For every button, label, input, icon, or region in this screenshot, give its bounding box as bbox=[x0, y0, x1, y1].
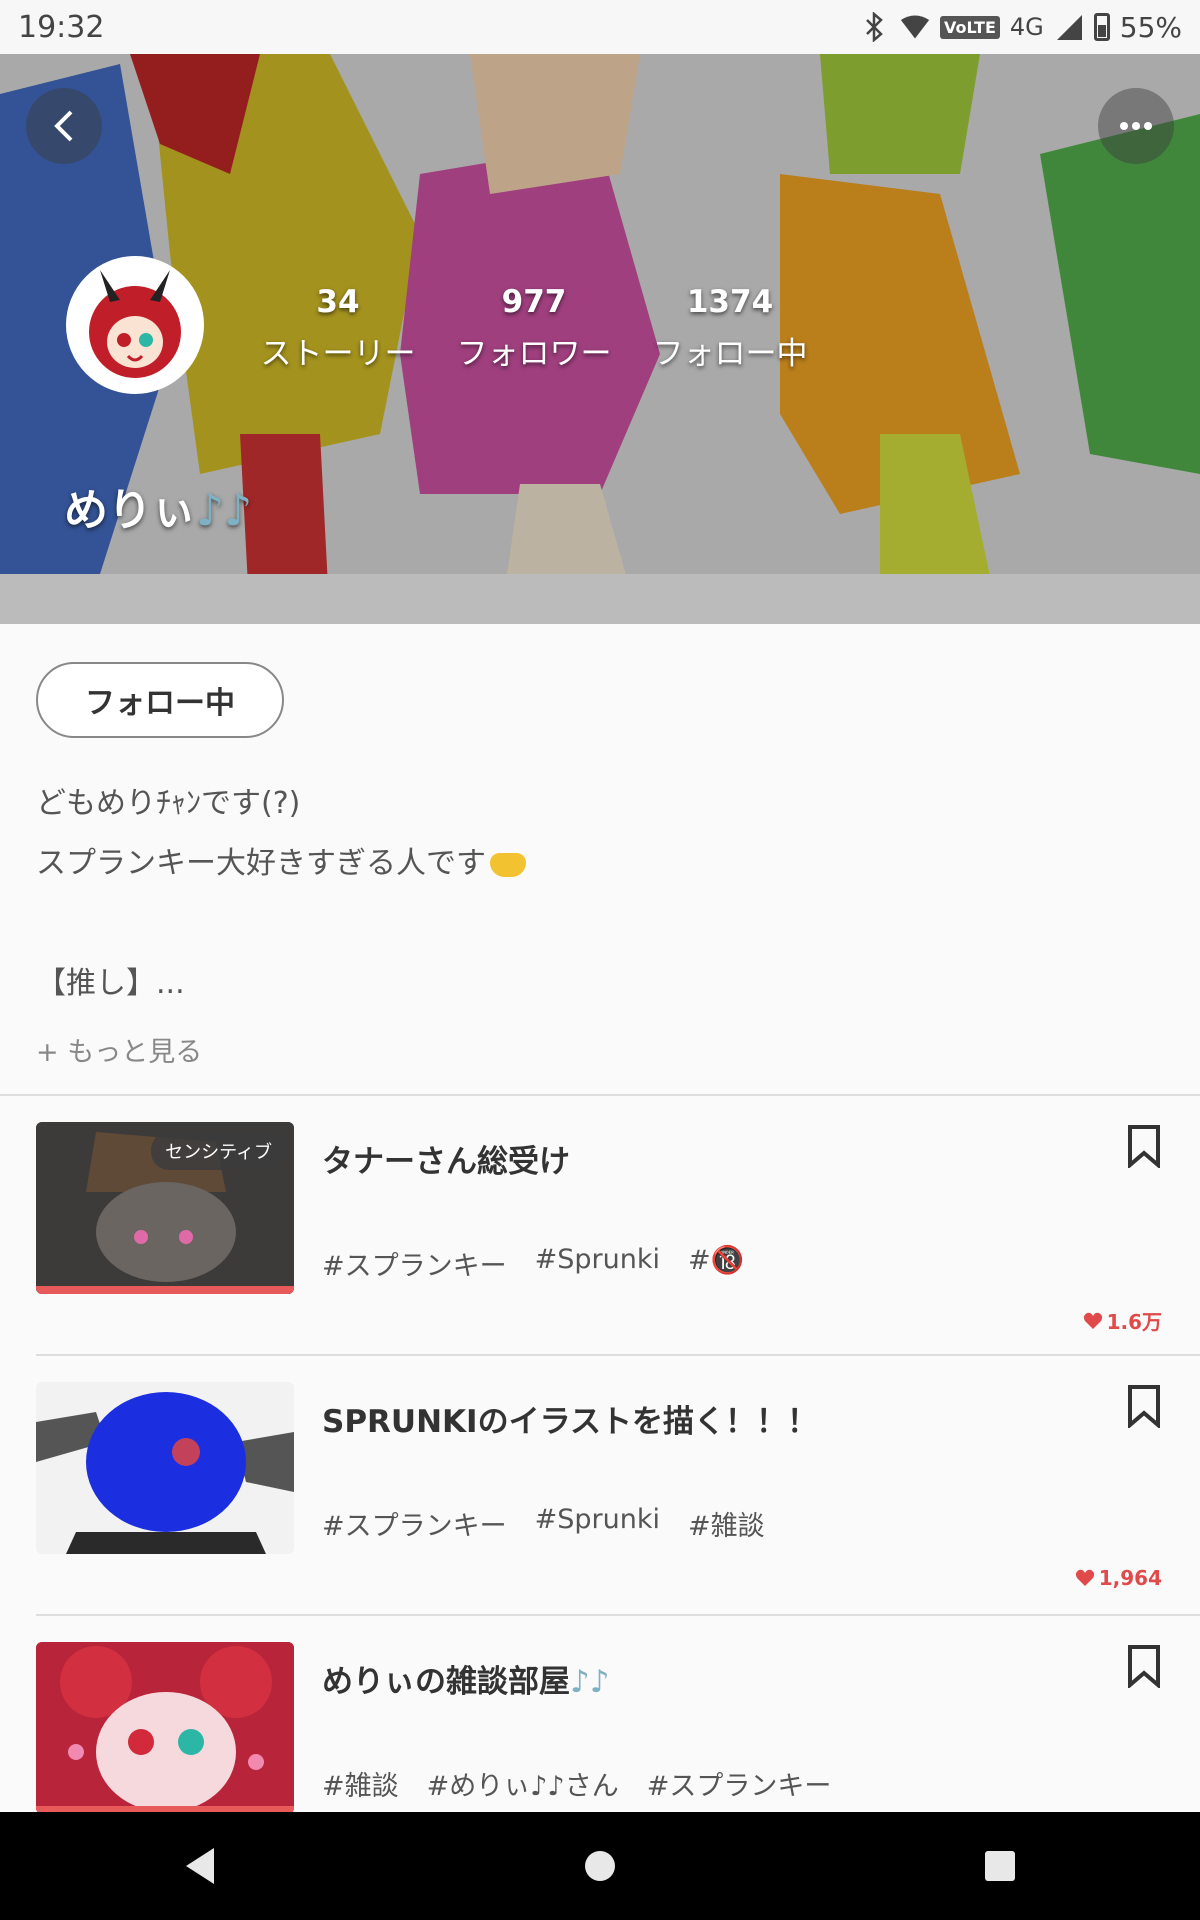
nav-recents-button[interactable] bbox=[960, 1826, 1040, 1906]
volte-indicator: VoLTE bbox=[940, 15, 1000, 39]
nav-home-button[interactable] bbox=[560, 1826, 640, 1906]
back-button[interactable] bbox=[26, 88, 102, 164]
bio-line: どもめりﾁｬﾝです(?) bbox=[36, 786, 301, 821]
story-title-text: タナーさん総受け bbox=[322, 1144, 570, 1180]
thumbnail-image bbox=[36, 1642, 294, 1812]
row-divider bbox=[36, 1354, 1200, 1356]
story-card[interactable]: センシティブ タナーさん総受け #スプランキー #Sprunki #🔞 1.6万 bbox=[0, 1122, 1200, 1382]
status-bar: 19:32 VoLTE 4G 55% bbox=[0, 0, 1200, 54]
stat-label: フォロワー bbox=[456, 336, 612, 372]
wifi-icon bbox=[900, 12, 930, 42]
tag[interactable]: #雑談 bbox=[688, 1504, 765, 1543]
profile-stats: 34 ストーリー 977 フォロワー 1374 フォロー中 bbox=[240, 284, 828, 373]
bookmark-button[interactable] bbox=[1126, 1384, 1162, 1430]
like-count: 1,964 bbox=[1075, 1566, 1162, 1590]
stat-following[interactable]: 1374 フォロー中 bbox=[632, 284, 828, 373]
story-thumbnail[interactable] bbox=[36, 1642, 294, 1812]
like-count-text: 1.6万 bbox=[1106, 1310, 1162, 1334]
story-tags: #スプランキー #Sprunki #雑談 bbox=[322, 1504, 765, 1543]
bookmark-button[interactable] bbox=[1126, 1124, 1162, 1170]
story-tags: #スプランキー #Sprunki #🔞 bbox=[322, 1244, 744, 1283]
story-card[interactable]: SPRUNKIのイラストを描く！！！ #スプランキー #Sprunki #雑談 … bbox=[0, 1382, 1200, 1642]
tag[interactable]: #🔞 bbox=[688, 1244, 744, 1283]
thumbnail-bar bbox=[36, 1286, 294, 1294]
story-title-notes: ♪♪ bbox=[570, 1664, 610, 1700]
nav-back-button[interactable] bbox=[160, 1826, 240, 1906]
stat-followers[interactable]: 977 フォロワー bbox=[436, 284, 632, 373]
heart-icon bbox=[1083, 1312, 1102, 1329]
story-thumbnail[interactable]: センシティブ bbox=[36, 1122, 294, 1294]
network-type: 4G bbox=[1009, 13, 1044, 41]
stat-stories[interactable]: 34 ストーリー bbox=[240, 284, 436, 373]
more-options-button[interactable] bbox=[1098, 88, 1174, 164]
tag[interactable]: #雑談 bbox=[322, 1764, 399, 1803]
stat-number: 34 bbox=[316, 284, 360, 320]
stat-number: 977 bbox=[501, 284, 567, 320]
bio-line: 【推し】... bbox=[36, 966, 185, 1001]
story-thumbnail[interactable] bbox=[36, 1382, 294, 1554]
following-button[interactable]: フォロー中 bbox=[36, 662, 284, 738]
profile-header-banner: 34 ストーリー 977 フォロワー 1374 フォロー中 めりぃ♪♪ bbox=[0, 54, 1200, 624]
tag[interactable]: #スプランキー bbox=[322, 1504, 507, 1543]
more-dots-icon bbox=[1120, 122, 1152, 130]
bookmark-icon bbox=[1128, 1125, 1160, 1170]
sensitive-badge: センシティブ bbox=[151, 1132, 286, 1170]
tag[interactable]: #めりぃ♪♪さん bbox=[427, 1764, 619, 1803]
story-title-text: めりぃの雑談部屋 bbox=[322, 1664, 570, 1700]
back-triangle-icon bbox=[186, 1848, 214, 1884]
bookmark-icon bbox=[1128, 1385, 1160, 1430]
bluetooth-icon bbox=[860, 12, 890, 42]
heart-hands-emoji-icon bbox=[490, 852, 526, 877]
story-title: めりぃの雑談部屋♪♪ bbox=[322, 1656, 610, 1701]
battery-percent: 55% bbox=[1119, 10, 1182, 44]
bio-line: スプランキー大好きすぎる人です bbox=[36, 834, 1156, 894]
battery-icon bbox=[1093, 13, 1110, 41]
avatar[interactable] bbox=[66, 256, 204, 394]
show-more-link[interactable]: + もっと見る bbox=[36, 1030, 202, 1069]
stat-number: 1374 bbox=[686, 284, 774, 320]
profile-username: めりぃ♪♪ bbox=[64, 474, 252, 538]
username-text: めりぃ bbox=[64, 485, 196, 536]
tag[interactable]: #Sprunki bbox=[535, 1504, 660, 1543]
heart-icon bbox=[1075, 1569, 1094, 1586]
stat-label: フォロー中 bbox=[652, 336, 808, 372]
section-divider bbox=[0, 1094, 1200, 1096]
tag[interactable]: #スプランキー bbox=[647, 1764, 832, 1803]
status-time: 19:32 bbox=[18, 9, 105, 45]
story-card[interactable]: めりぃの雑談部屋♪♪ #雑談 #めりぃ♪♪さん #スプランキー bbox=[0, 1642, 1200, 1812]
recents-square-icon bbox=[985, 1851, 1015, 1881]
signal-icon bbox=[1054, 12, 1084, 42]
tag[interactable]: #Sprunki bbox=[535, 1244, 660, 1283]
home-circle-icon bbox=[585, 1851, 615, 1881]
username-notes: ♪♪ bbox=[196, 485, 253, 536]
bookmark-icon bbox=[1128, 1645, 1160, 1690]
like-count-text: 1,964 bbox=[1098, 1566, 1162, 1590]
like-count: 1.6万 bbox=[1083, 1306, 1162, 1335]
story-tags: #雑談 #めりぃ♪♪さん #スプランキー bbox=[322, 1764, 831, 1803]
status-icons: VoLTE 4G 55% bbox=[860, 11, 1182, 44]
chevron-left-icon bbox=[54, 110, 73, 142]
story-title-text: SPRUNKIのイラストを描く！！！ bbox=[322, 1404, 818, 1440]
system-navigation-bar bbox=[0, 1812, 1200, 1920]
tag[interactable]: #スプランキー bbox=[322, 1244, 507, 1283]
bio-line bbox=[36, 894, 1156, 954]
bookmark-button[interactable] bbox=[1126, 1644, 1162, 1690]
row-divider bbox=[36, 1614, 1200, 1616]
profile-bio: どもめりﾁｬﾝです(?) スプランキー大好きすぎる人です 【推し】... bbox=[36, 774, 1156, 1014]
thumbnail-image bbox=[36, 1382, 294, 1554]
bio-line-text: スプランキー大好きすぎる人です bbox=[36, 846, 486, 881]
story-title: SPRUNKIのイラストを描く！！！ bbox=[322, 1396, 818, 1441]
avatar-image bbox=[70, 260, 200, 390]
story-title: タナーさん総受け bbox=[322, 1136, 570, 1181]
stat-label: ストーリー bbox=[260, 336, 416, 372]
